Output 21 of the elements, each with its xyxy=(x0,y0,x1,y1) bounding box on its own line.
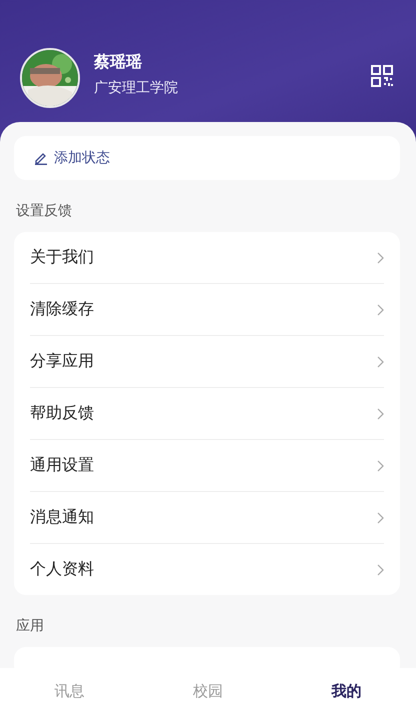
chevron-right-icon xyxy=(376,512,384,524)
chevron-right-icon xyxy=(376,564,384,576)
pen-icon xyxy=(34,151,48,165)
chevron-right-icon xyxy=(376,252,384,264)
section-title: 应用 xyxy=(16,617,45,635)
chevron-right-icon xyxy=(376,304,384,316)
chevron-right-icon xyxy=(376,356,384,368)
add-status-button[interactable]: 添加状态 xyxy=(14,136,400,180)
menu-item[interactable]: 分享应用 xyxy=(30,351,94,372)
section-title: 设置反馈 xyxy=(16,202,73,220)
qr-code-icon[interactable] xyxy=(370,64,394,88)
menu-item[interactable]: 清除缓存 xyxy=(30,299,94,320)
menu-item[interactable]: 消息通知 xyxy=(30,507,94,528)
menu-item[interactable]: 帮助反馈 xyxy=(30,403,94,424)
menu-item[interactable]: 关于我们 xyxy=(30,247,94,268)
user-name: 蔡瑶瑶 xyxy=(94,52,143,73)
school-name: 广安理工学院 xyxy=(94,79,179,97)
menu-item[interactable]: 通用设置 xyxy=(30,455,94,476)
chevron-right-icon xyxy=(376,408,384,420)
chevron-right-icon xyxy=(376,460,384,472)
menu-item[interactable]: 个人资料 xyxy=(30,559,94,580)
